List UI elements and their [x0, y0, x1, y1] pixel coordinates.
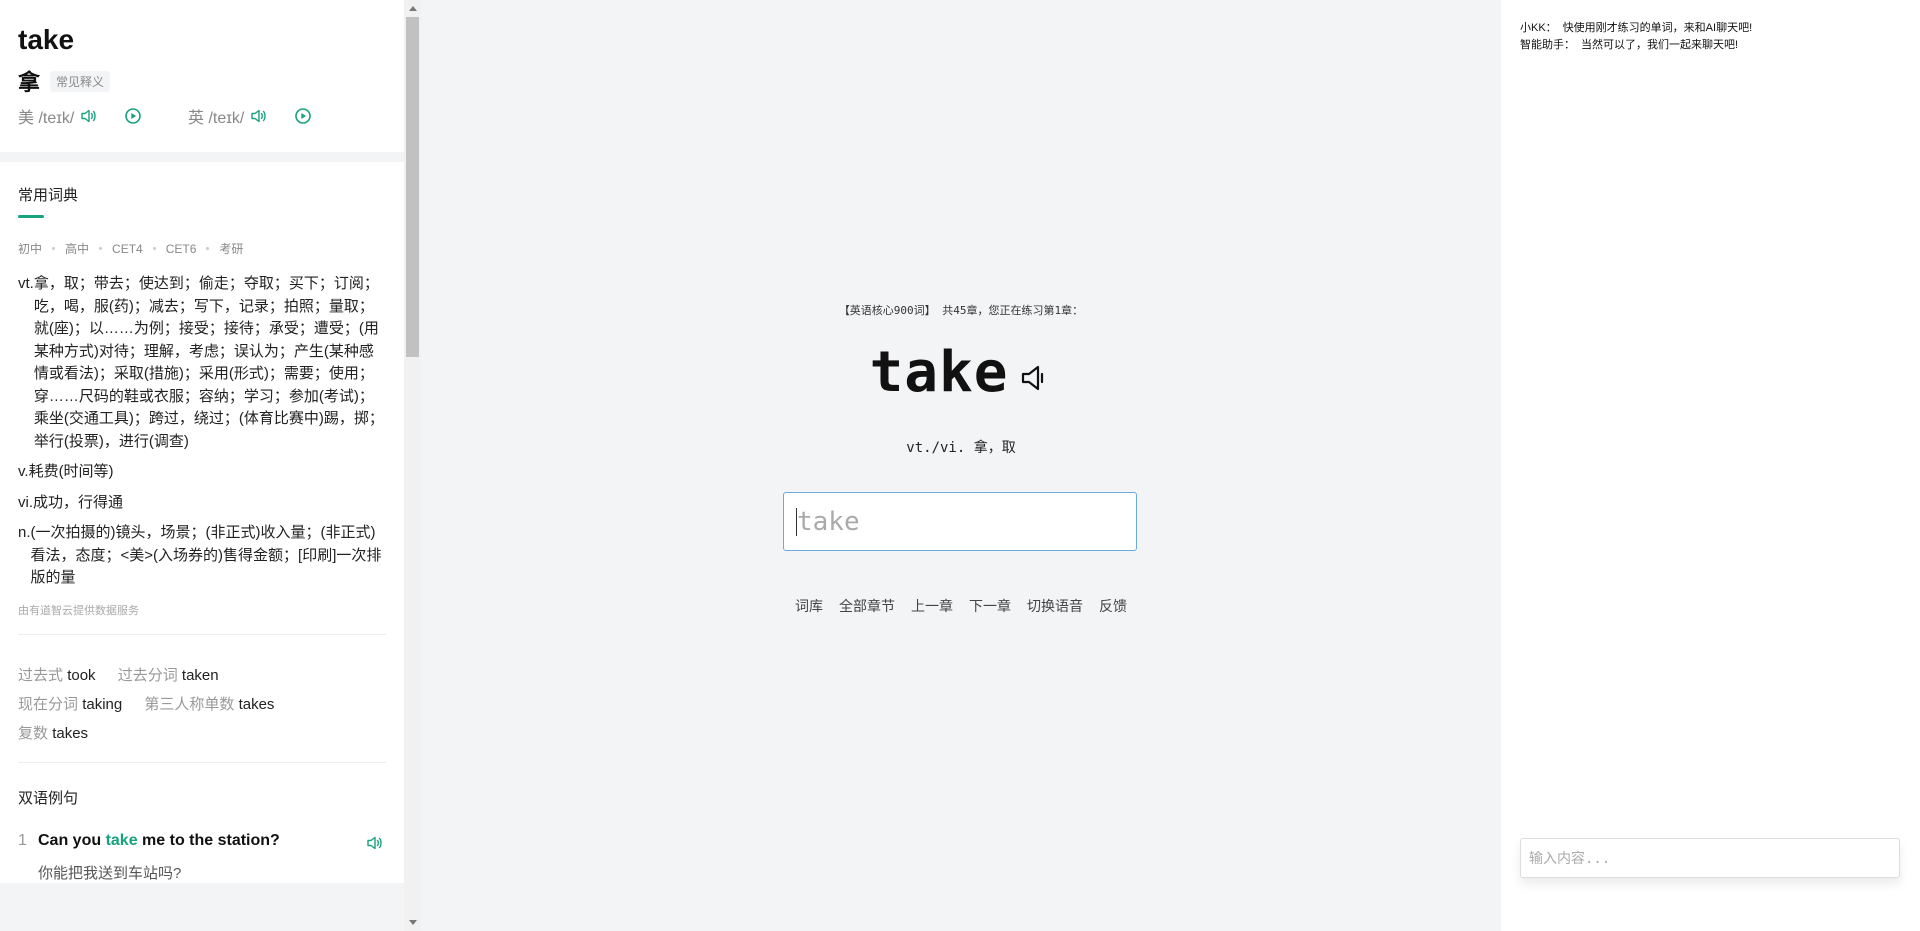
target-word-row: take: [421, 340, 1501, 405]
example-highlight: take: [105, 831, 138, 849]
scroll-thumb[interactable]: [406, 17, 419, 357]
dictionary-content: take 拿 常见释义 美 /teɪk/ 英 /teɪk/ 常用词典 初中 高中…: [0, 0, 404, 883]
play-circle-icon[interactable]: [292, 105, 314, 127]
example-text: me to the station?: [137, 831, 280, 849]
speaker-icon[interactable]: [248, 105, 270, 127]
form-value: taken: [181, 666, 219, 684]
section-title[interactable]: 常用词典: [18, 162, 386, 205]
example-sentence: 1 Can you take me to the station?: [18, 832, 386, 854]
definition-text: 成功，行得通: [33, 493, 124, 511]
chat-panel: 小KK： 快使用刚才练习的单词，来和AI聊天吧! 智能助手： 当然可以了，我们一起来…: [1501, 0, 1920, 931]
word-form: 现在分词 taking: [18, 696, 122, 713]
definition-item: vi. 成功，行得通: [18, 492, 386, 515]
section-divider: [0, 152, 404, 162]
part-of-speech: n.: [18, 524, 31, 541]
chat-message: 小KK： 快使用刚才练习的单词，来和AI聊天吧!: [1520, 20, 1752, 37]
chapter-info: 【英语核心900词】 共45章，您正在练习第1章：: [838, 304, 1084, 317]
speaker-icon[interactable]: [78, 105, 100, 127]
message-sender: 小KK：: [1520, 22, 1557, 34]
definition-item: n. (一次拍摄的)镜头，场景；(非正式)收入量；(非正式)看法，态度；<美>(…: [18, 522, 386, 590]
level-tag: 初中: [18, 242, 43, 256]
form-label: 现在分词: [18, 695, 79, 713]
message-sender: 智能助手：: [1520, 39, 1575, 51]
us-phonetic-text: 美 /teɪk/: [18, 110, 75, 127]
example-english: Can you take me to the station?: [38, 832, 362, 854]
chat-input-placeholder: 输入内容...: [1529, 851, 1611, 867]
form-label: 第三人称单数: [144, 695, 235, 713]
word-form: 第三人称单数 takes: [144, 696, 274, 713]
word-form: 复数 takes: [18, 725, 88, 742]
menu-feedback[interactable]: 反馈: [1099, 596, 1127, 616]
main-meaning: 拿: [18, 70, 41, 95]
source-note: 由有道智云提供数据服务: [18, 602, 386, 635]
definitions-list: vt. 拿，取；带去；使达到；偷走；夺取；买下；订阅；吃，喝，服(药)；减去；写…: [18, 273, 386, 590]
message-text: 当然可以了，我们一起来聊天吧!: [1581, 39, 1739, 51]
definition-text: (一次拍摄的)镜头，场景；(非正式)收入量；(非正式)看法，态度；<美>(入场券…: [30, 524, 382, 586]
example-text: Can you: [38, 831, 106, 849]
definition-item: v. 耗费(时间等): [18, 461, 386, 484]
word-card: take 拿 常见释义 美 /teɪk/ 英 /teɪk/: [0, 0, 404, 152]
part-of-speech: vt.: [18, 275, 34, 292]
level-tags: 初中 高中 CET4 CET6 考研: [18, 240, 386, 257]
practice-area: 【英语核心900词】 共45章，您正在练习第1章： take vt./vi. 拿…: [421, 0, 1501, 931]
example-number: 1: [18, 831, 27, 849]
level-tag: 考研: [219, 242, 244, 256]
message-text: 快使用刚才练习的单词，来和AI聊天吧!: [1562, 22, 1753, 34]
form-label: 复数: [18, 724, 49, 742]
form-label: 过去分词: [117, 666, 178, 684]
form-value: taking: [82, 695, 123, 713]
word-form: 过去式 took: [18, 667, 96, 684]
word-form: 过去分词 taken: [118, 667, 219, 684]
active-tab-underline: [18, 215, 44, 218]
part-of-speech: v.: [18, 463, 29, 480]
spelling-input-placeholder: take: [797, 506, 860, 537]
uk-phonetic-text: 英 /teɪk/: [188, 110, 245, 127]
part-of-speech: vi.: [18, 493, 33, 511]
form-value: takes: [52, 724, 89, 742]
spelling-input[interactable]: take: [783, 492, 1137, 551]
practice-menu: 词库 全部章节 上一章 下一章 切换语音 反馈: [421, 596, 1501, 616]
meaning-row: 拿 常见释义: [18, 68, 386, 95]
chat-message: 智能助手： 当然可以了，我们一起来聊天吧!: [1520, 37, 1752, 54]
menu-switch-voice[interactable]: 切换语音: [1027, 596, 1083, 616]
menu-next-chapter[interactable]: 下一章: [969, 596, 1011, 616]
form-value: takes: [238, 695, 275, 713]
form-label: 过去式: [18, 666, 64, 684]
menu-previous-chapter[interactable]: 上一章: [911, 596, 953, 616]
menu-wordbank[interactable]: 词库: [795, 596, 823, 616]
level-tag: CET4: [112, 241, 143, 256]
scroll-down-arrow-icon[interactable]: [404, 914, 421, 931]
dictionary-panel: take 拿 常见释义 美 /teɪk/ 英 /teɪk/ 常用词典 初中 高中…: [0, 0, 404, 931]
chat-log: 小KK： 快使用刚才练习的单词，来和AI聊天吧! 智能助手： 当然可以了，我们一起来…: [1520, 20, 1752, 54]
common-dictionary-section: 常用词典: [0, 162, 404, 205]
uk-phonetic: 英 /teɪk/: [188, 104, 358, 128]
definition-text: 耗费(时间等): [28, 463, 114, 480]
definitions-section: 初中 高中 CET4 CET6 考研 vt. 拿，取；带去；使达到；偷走；夺取；…: [0, 240, 404, 883]
scroll-up-arrow-icon[interactable]: [404, 0, 421, 17]
meaning-tag: 常见释义: [50, 70, 111, 92]
examples-title: 双语例句: [18, 789, 79, 807]
target-word: take: [869, 340, 1009, 405]
word-translation: vt./vi. 拿，取: [906, 440, 1016, 456]
definition-item: vt. 拿，取；带去；使达到；偷走；夺取；买下；订阅；吃，喝，服(药)；减去；写…: [18, 273, 386, 453]
speaker-icon[interactable]: [364, 832, 386, 854]
form-value: took: [67, 666, 96, 684]
word-forms: 过去式 took 过去分词 taken 现在分词 taking 第三人称单数 t…: [18, 635, 386, 763]
chat-input[interactable]: 输入内容...: [1520, 838, 1900, 878]
example-chinese: 你能把我送到车站吗?: [38, 864, 182, 882]
play-circle-icon[interactable]: [122, 105, 144, 127]
scrollbar[interactable]: [404, 0, 421, 931]
menu-all-chapters[interactable]: 全部章节: [839, 596, 895, 616]
level-tag: CET6: [165, 241, 197, 256]
us-phonetic: 美 /teɪk/: [18, 104, 188, 128]
speaker-icon[interactable]: [1020, 363, 1052, 397]
definition-text: 拿，取；带去；使达到；偷走；夺取；买下；订阅；吃，喝，服(药)；减去；写下，记录…: [33, 275, 384, 450]
level-tag: 高中: [65, 242, 90, 256]
word-title: take: [18, 24, 75, 55]
phonetics-row: 美 /teɪk/ 英 /teɪk/: [18, 104, 386, 128]
